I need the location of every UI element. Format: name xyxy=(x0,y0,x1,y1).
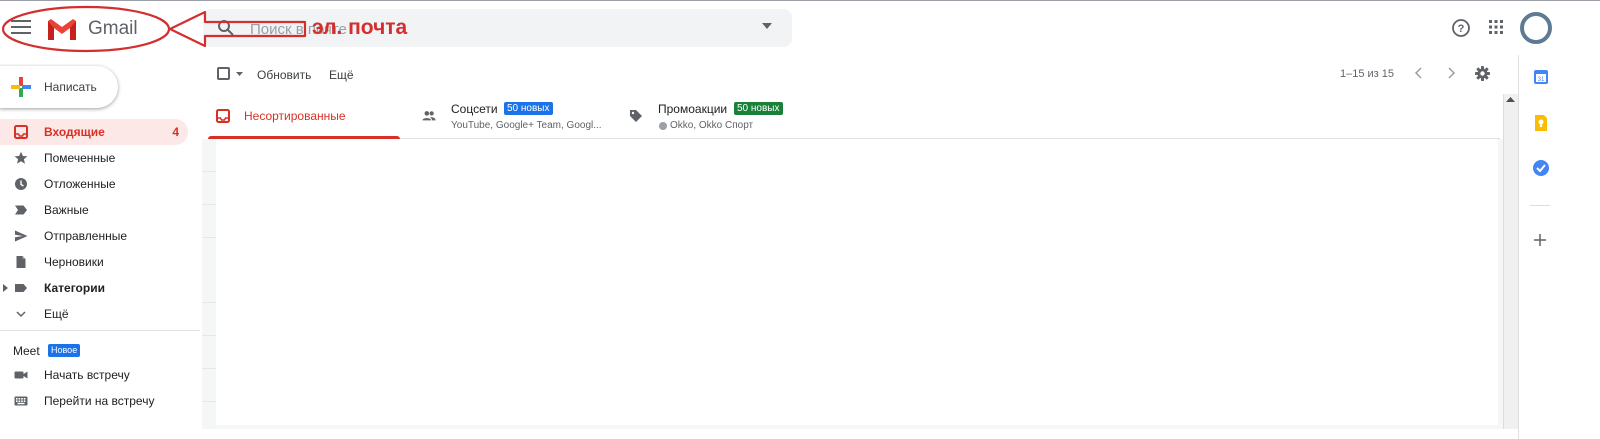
side-panel-divider xyxy=(1530,205,1550,206)
row-divider xyxy=(202,368,216,369)
main-menu-icon[interactable] xyxy=(11,20,31,36)
search-icon[interactable] xyxy=(217,19,234,36)
sidebar-item-start-meeting[interactable]: Начать встречу xyxy=(0,362,188,388)
help-icon[interactable]: ? xyxy=(1451,18,1471,38)
vertical-scrollbar[interactable] xyxy=(1503,94,1518,429)
settings-gear-icon[interactable] xyxy=(1475,66,1490,81)
label-icon xyxy=(15,284,27,292)
row-divider xyxy=(202,302,216,303)
sidebar-item-label: Черновики xyxy=(44,255,104,269)
clock-icon xyxy=(15,178,27,190)
scroll-up-arrow-icon[interactable] xyxy=(1506,97,1515,102)
add-addon-plus-icon[interactable] xyxy=(1534,234,1546,246)
sender-avatar-icon xyxy=(659,122,667,130)
row-divider xyxy=(202,204,216,205)
apps-grid-icon[interactable] xyxy=(1488,19,1504,35)
sidebar-item-more[interactable]: Ещё xyxy=(0,301,188,327)
sidebar-item-sent[interactable]: Отправленные xyxy=(0,223,188,249)
new-count-badge: 50 новых xyxy=(734,102,783,115)
sidebar-item-label: Отправленные xyxy=(44,229,128,243)
compose-label: Написать xyxy=(44,80,97,94)
important-icon xyxy=(15,205,27,215)
sidebar-item-inbox[interactable]: Входящие 4 xyxy=(0,119,188,145)
sidebar-item-label: Входящие xyxy=(44,125,105,139)
sidebar-item-label: Категории xyxy=(44,281,105,295)
tab-label: Несортированные xyxy=(244,109,346,123)
expand-arrow-icon[interactable] xyxy=(3,284,8,292)
select-dropdown-icon[interactable] xyxy=(236,72,243,76)
select-all-checkbox[interactable] xyxy=(217,67,230,80)
sidebar-item-snoozed[interactable]: Отложенные xyxy=(0,171,188,197)
sidebar-item-label: Отложенные xyxy=(44,177,116,191)
tasks-icon[interactable] xyxy=(1532,159,1550,177)
row-divider xyxy=(202,237,216,238)
refresh-button[interactable]: Обновить xyxy=(257,68,311,82)
account-avatar[interactable] xyxy=(1520,12,1552,44)
video-icon xyxy=(14,371,28,379)
message-list xyxy=(216,139,1498,425)
chevron-right-icon[interactable] xyxy=(1446,67,1456,79)
compose-button[interactable]: Написать xyxy=(0,66,118,108)
send-icon xyxy=(15,230,28,242)
tab-social[interactable]: Соцсети 50 новых YouTube, Google+ Team, … xyxy=(415,94,615,138)
gmail-logo-icon[interactable] xyxy=(46,18,78,41)
sidebar-item-categories[interactable]: Категории xyxy=(0,275,188,301)
sidebar-item-starred[interactable]: Помеченные xyxy=(0,145,188,171)
gmail-wordmark[interactable]: Gmail xyxy=(88,18,138,40)
annotation-label: эл. почта xyxy=(312,16,408,39)
sidebar-item-label: Перейти на встречу xyxy=(44,394,155,408)
sidebar-divider xyxy=(0,330,200,331)
compose-plus-icon xyxy=(11,77,31,97)
sidebar-item-label: Начать встречу xyxy=(44,368,130,382)
chevron-left-icon[interactable] xyxy=(1414,67,1424,79)
tab-primary[interactable]: Несортированные xyxy=(208,94,400,139)
window-top-border xyxy=(0,0,1600,1)
meet-new-badge: Новое xyxy=(48,344,81,357)
pagination-range: 1–15 из 15 xyxy=(1340,68,1395,80)
keyboard-icon xyxy=(14,396,28,406)
tag-icon xyxy=(630,110,642,122)
inbox-icon xyxy=(216,109,230,123)
tab-promotions[interactable]: Промоакции 50 новых Okko, Okko Спорт xyxy=(622,94,822,138)
calendar-icon[interactable]: 31 xyxy=(1532,68,1550,86)
row-divider xyxy=(202,335,216,336)
people-icon xyxy=(422,111,436,121)
sidebar-item-drafts[interactable]: Черновики xyxy=(0,249,188,275)
side-panel-border xyxy=(1518,55,1519,439)
sidebar-item-join-meeting[interactable]: Перейти на встречу xyxy=(0,388,188,414)
meet-section-title: Meet xyxy=(13,344,40,358)
sidebar-item-label: Помеченные xyxy=(44,151,116,165)
search-options-chevron-icon[interactable] xyxy=(762,23,772,29)
keep-icon[interactable] xyxy=(1532,114,1550,132)
tab-label: Промоакции xyxy=(658,102,728,116)
chevron-down-icon xyxy=(16,311,26,318)
sidebar-item-label: Важные xyxy=(44,203,89,217)
tab-senders-preview: Okko, Okko Спорт xyxy=(670,120,754,131)
svg-text:?: ? xyxy=(1458,23,1465,35)
row-divider xyxy=(202,171,216,172)
star-icon xyxy=(14,151,28,164)
tab-senders-preview: YouTube, Google+ Team, Googl... xyxy=(451,120,602,131)
sidebar-item-label: Ещё xyxy=(44,307,69,321)
tab-label: Соцсети xyxy=(451,102,498,116)
draft-icon xyxy=(16,256,26,268)
unread-count: 4 xyxy=(172,125,179,139)
row-divider xyxy=(202,401,216,402)
new-count-badge: 50 новых xyxy=(504,102,553,115)
svg-text:31: 31 xyxy=(1538,77,1545,83)
sidebar-item-important[interactable]: Важные xyxy=(0,197,188,223)
more-actions-button[interactable]: Ещё xyxy=(329,68,354,82)
inbox-icon xyxy=(14,125,28,139)
